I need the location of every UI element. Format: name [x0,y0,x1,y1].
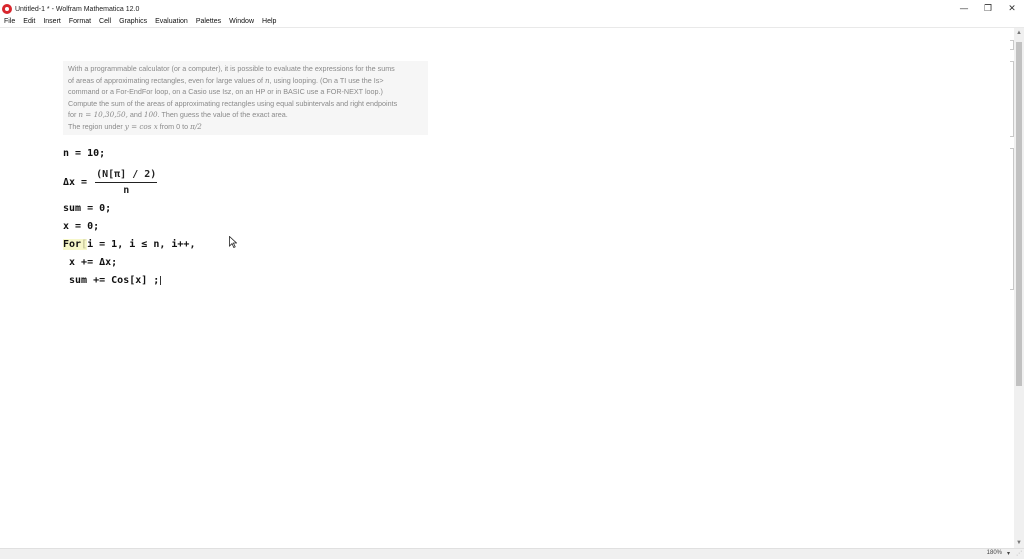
menu-window[interactable]: Window [225,18,258,25]
dx-denominator: n [123,185,130,196]
code-line-increment-x[interactable]: x += Δx; [63,257,117,268]
math-function: y = cos x [124,121,158,131]
text-line-5-start: for [68,110,77,120]
menu-format[interactable]: Format [65,18,95,25]
for-keyword: For [63,239,82,250]
window-controls: — ❐ ✕ [952,0,1024,18]
code-line-dx[interactable]: Δx = (N[π] / 2) n [63,165,159,200]
menu-file[interactable]: File [0,18,19,25]
close-button[interactable]: ✕ [1000,0,1024,18]
text-line-5: for n = 10,30,50, and 100. Then guess th… [63,109,428,121]
text-line-6: The region under y = cos x from 0 to π/2 [63,121,428,133]
math-n-values: n = 10,30,50, [78,110,128,120]
text-line-3: command or a For-EndFor loop, on a Casio… [68,87,383,97]
text-line-4: Compute the sum of the areas of approxim… [68,98,398,108]
zoom-dropdown-icon[interactable]: ▾ [1007,550,1010,557]
resize-grip-icon[interactable]: ⋰ [1016,550,1022,557]
status-bar: 180% ▾ ⋰ [0,548,1024,559]
code-line-increment-sum[interactable]: sum += Cos[x] ; [63,275,162,286]
code-line-for[interactable]: For[i = 1, i ≤ n, i++, [63,239,195,250]
mathematica-logo-icon [2,4,12,14]
scroll-down-icon[interactable]: ▼ [1014,538,1024,548]
menu-cell[interactable]: Cell [95,18,115,25]
menu-insert[interactable]: Insert [39,18,65,25]
problem-text-cell[interactable]: With a programmable calculator (or a com… [63,61,428,135]
maximize-button[interactable]: ❐ [976,0,1000,18]
text-line-2: of areas of approximating rectangles, ev… [63,75,428,87]
text-line-2-end: , using looping. (On a TI use the Is> [269,75,384,85]
window-title: Untitled-1 * - Wolfram Mathematica 12.0 [15,5,140,13]
math-upper-limit: π/2 [190,121,202,131]
text-line-6-start: The region under [68,121,123,131]
text-from: from 0 to [157,121,191,131]
for-arguments: i = 1, i ≤ n, i++, [87,239,196,250]
menu-help[interactable]: Help [258,18,280,25]
dx-fraction: (N[π] / 2) n [93,169,159,196]
dx-numerator: (N[π] / 2) [96,169,157,180]
text-line-1: With a programmable calculator (or a com… [68,64,395,73]
zoom-level[interactable]: 180% [987,550,1002,556]
menu-palettes[interactable]: Palettes [192,18,225,25]
vertical-scrollbar[interactable]: ▲ ▼ [1014,28,1024,548]
code-line-x[interactable]: x = 0; [63,221,99,232]
menu-edit[interactable]: Edit [19,18,39,25]
menu-evaluation[interactable]: Evaluation [151,18,192,25]
sum-update-text: sum += Cos[x] ; [63,275,160,286]
text-cursor [160,275,162,285]
text-line-5-end: . Then guess the value of the exact area… [157,110,288,120]
minimize-button[interactable]: — [952,0,976,18]
menu-graphics[interactable]: Graphics [115,18,151,25]
dx-lhs: Δx = [63,177,88,188]
math-100: 100 [143,110,158,120]
code-line-sum[interactable]: sum = 0; [63,203,111,214]
scroll-up-icon[interactable]: ▲ [1014,28,1024,38]
mouse-pointer-icon [229,236,237,248]
code-line-n[interactable]: n = 10; [63,148,105,159]
text-line-2-start: of areas of approximating rectangles, ev… [68,75,263,85]
text-and: and [127,110,144,120]
scrollbar-thumb[interactable] [1016,42,1022,386]
